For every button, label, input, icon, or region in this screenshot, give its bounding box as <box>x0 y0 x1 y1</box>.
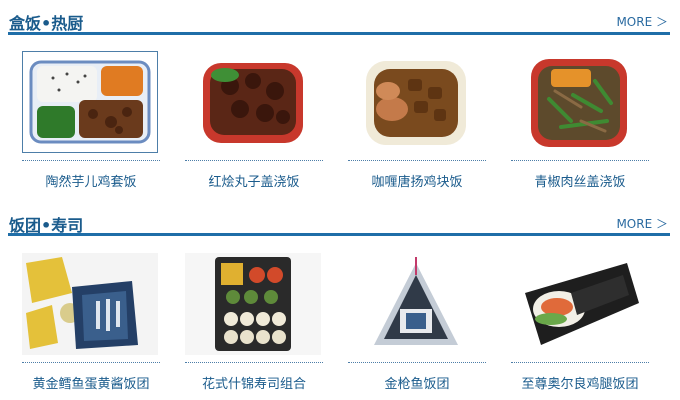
dotted-divider <box>185 362 323 363</box>
product-image[interactable] <box>22 253 158 355</box>
more-link[interactable]: MORE ＞ <box>616 215 668 232</box>
product-image[interactable] <box>348 253 484 355</box>
product-caption[interactable]: 至尊奥尔良鸡腿饭团 <box>501 373 659 392</box>
product-caption[interactable]: 青椒肉丝盖浇饭 <box>501 171 659 190</box>
section-divider <box>8 32 670 35</box>
product-image[interactable] <box>511 51 647 153</box>
section-header: 饭团•寿司 MORE ＞ <box>8 206 670 235</box>
section-divider <box>8 233 670 236</box>
product-caption[interactable]: 花式什锦寿司组合 <box>175 373 333 392</box>
product-image[interactable] <box>185 51 321 153</box>
dotted-divider <box>511 362 649 363</box>
dotted-divider <box>348 160 486 161</box>
dotted-divider <box>511 160 649 161</box>
dotted-divider <box>185 160 323 161</box>
more-link[interactable]: MORE ＞ <box>616 13 668 30</box>
dotted-divider <box>348 362 486 363</box>
section-header: 盒饭•热厨 MORE ＞ <box>8 4 670 33</box>
dotted-divider <box>22 362 160 363</box>
product-image[interactable] <box>348 51 484 153</box>
product-image[interactable] <box>511 253 647 355</box>
product-image[interactable] <box>185 253 321 355</box>
product-caption[interactable]: 金枪鱼饭团 <box>338 373 496 392</box>
product-caption[interactable]: 红烩丸子盖浇饭 <box>175 171 333 190</box>
section-title: 盒饭•热厨 <box>9 14 84 33</box>
product-caption[interactable]: 黄金鳕鱼蛋黄酱饭团 <box>12 373 170 392</box>
dotted-divider <box>22 160 160 161</box>
product-caption[interactable]: 咖喱唐扬鸡块饭 <box>338 171 496 190</box>
product-caption[interactable]: 陶然芋儿鸡套饭 <box>12 171 170 190</box>
product-image[interactable] <box>22 51 158 153</box>
